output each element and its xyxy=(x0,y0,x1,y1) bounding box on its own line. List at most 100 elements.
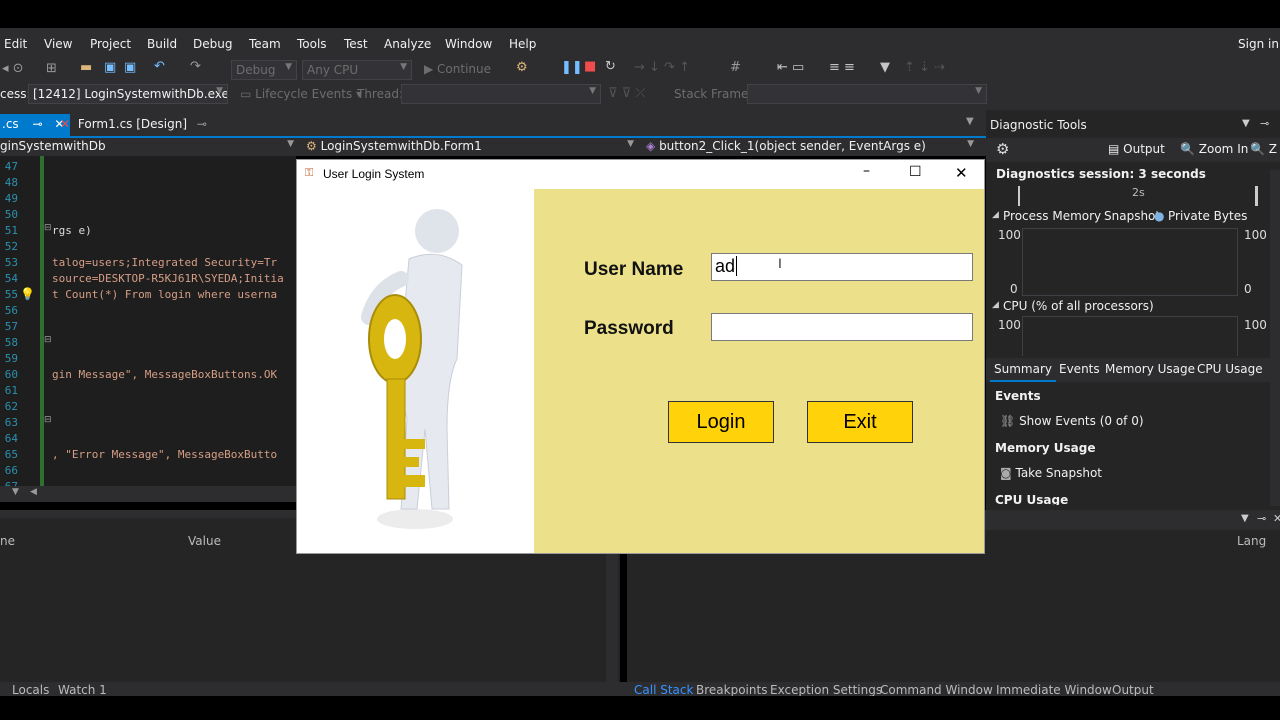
restart-icon[interactable]: ↻ xyxy=(605,59,616,74)
save-all-icon[interactable]: ▣ xyxy=(124,60,136,75)
project-nav-select[interactable]: ginSystemwithDb ▼ xyxy=(0,139,298,155)
undo-icon[interactable]: ↶ xyxy=(154,59,165,74)
stop-icon[interactable]: ■ xyxy=(584,59,596,74)
new-project-icon[interactable]: ⊞ xyxy=(46,61,57,76)
code-line: , "Error Message", MessageBoxButto xyxy=(52,448,278,461)
memory-graph[interactable] xyxy=(1022,228,1238,296)
zoom-out-button[interactable]: 🔍 Z xyxy=(1250,142,1277,156)
sign-in-link[interactable]: Sign in xyxy=(1238,37,1279,51)
filter-icons[interactable]: ⊽ ⊽ ⤫ xyxy=(608,86,646,101)
menu-debug[interactable]: Debug xyxy=(193,37,232,51)
locals-scrollbar[interactable] xyxy=(606,550,618,682)
take-snapshot-button[interactable]: ◙ Take Snapshot xyxy=(1000,466,1102,480)
expand-icon[interactable]: ◢ xyxy=(992,300,999,310)
tab-designer[interactable]: ✕ Form1.cs [Design] ⊸ xyxy=(60,117,207,131)
method-nav-select[interactable]: ◈ button2_Click_1(object sender, EventAr… xyxy=(646,139,978,155)
platform-select[interactable]: Any CPU ▼ xyxy=(302,60,412,80)
settings-gear-icon[interactable]: ⚙ xyxy=(996,140,1009,158)
expand-icon[interactable]: ◢ xyxy=(992,210,999,220)
menu-window[interactable]: Window xyxy=(445,37,492,51)
stack-frame-select[interactable]: ▼ xyxy=(747,84,987,104)
pin-icon[interactable]: ⊸ xyxy=(197,117,207,131)
close-icon[interactable]: ✕ xyxy=(955,164,968,182)
output-button[interactable]: ▤ Output xyxy=(1108,142,1165,156)
pin-icon[interactable]: ⊸ xyxy=(1257,512,1266,525)
lifecycle-events-button[interactable]: ▭ Lifecycle Events ▾ xyxy=(240,87,362,101)
password-input[interactable] xyxy=(711,313,973,341)
open-folder-icon[interactable]: ▬ xyxy=(80,60,92,75)
tab-output[interactable]: Output xyxy=(1112,683,1154,696)
tab-events[interactable]: Events xyxy=(1059,362,1100,376)
process-select[interactable]: [12412] LoginSystemwithDb.exe ▼ xyxy=(28,84,228,104)
login-button[interactable]: Login xyxy=(668,401,774,443)
class-nav-select[interactable]: ⚙ LoginSystemwithDb.Form1 ▼ xyxy=(306,139,638,155)
tab-overflow-icon[interactable]: ▼ xyxy=(966,116,974,127)
tab-memory-usage[interactable]: Memory Usage xyxy=(1105,362,1195,376)
menu-team[interactable]: Team xyxy=(249,37,281,51)
editor-hscroll[interactable]: ▼ ◀ xyxy=(0,486,296,502)
menu-test[interactable]: Test xyxy=(344,37,368,51)
tab-summary[interactable]: Summary xyxy=(990,362,1056,382)
diag-scrollbar[interactable] xyxy=(1270,170,1280,506)
thread-select[interactable]: ▼ xyxy=(401,84,601,104)
menu-help[interactable]: Help xyxy=(509,37,536,51)
code-line: gin Message", MessageBoxButtons.OK xyxy=(52,368,278,381)
tab-exception-settings[interactable]: Exception Settings xyxy=(770,683,882,696)
zoom-dropdown-icon[interactable]: ▼ xyxy=(12,487,19,497)
pin-icon[interactable]: ⊸ xyxy=(33,117,43,131)
menu-view[interactable]: View xyxy=(44,37,72,51)
cpu-graph-title: CPU (% of all processors) xyxy=(1003,299,1154,313)
window-menu-icon[interactable]: ▼ xyxy=(1242,118,1250,129)
collapse-icon[interactable]: ⊟ xyxy=(44,415,52,425)
scroll-left-icon[interactable]: ◀ xyxy=(30,487,37,497)
back-icon[interactable]: ◂ ⊙ xyxy=(2,61,24,76)
username-input[interactable]: ad I xyxy=(711,253,973,281)
menu-project[interactable]: Project xyxy=(90,37,131,51)
tab-watch-1[interactable]: Watch 1 xyxy=(58,683,107,696)
tab-command-window[interactable]: Command Window xyxy=(880,683,993,696)
tab-immediate-window[interactable]: Immediate Window xyxy=(996,683,1112,696)
continue-button[interactable]: ▶ Continue xyxy=(424,62,491,76)
code-editor[interactable]: 47 48 49 50 51 52 53 54 55 56 57 58 59 60 61 62 63 64 65 66… xyxy=(0,156,296,486)
menu-edit[interactable]: Edit xyxy=(4,37,27,51)
login-title-bar[interactable]: ⚿ User Login System – ☐ ✕ xyxy=(297,160,984,189)
pause-icon[interactable]: ❚❚ xyxy=(561,60,583,75)
show-events-link[interactable]: ⛓ Show Events (0 of 0) xyxy=(1000,414,1144,428)
process-memory-label: Process Memory xyxy=(1003,209,1102,223)
bookmark-icon[interactable]: ▼ xyxy=(880,60,890,75)
window-menu-icon[interactable]: ▼ xyxy=(1241,513,1249,524)
menu-tools[interactable]: Tools xyxy=(297,37,327,51)
tab-breakpoints[interactable]: Breakpoints xyxy=(696,683,767,696)
menu-analyze[interactable]: Analyze xyxy=(384,37,431,51)
menu-build[interactable]: Build xyxy=(147,37,177,51)
pin-icon[interactable]: ⊸ xyxy=(1260,117,1269,130)
step-icons[interactable]: → ↓ ↷ ↑ xyxy=(634,60,690,75)
attach-icon[interactable]: ⚙ xyxy=(516,60,528,75)
layout-icons[interactable]: ⇤ ▭ xyxy=(777,60,804,75)
zoom-out-icon: 🔍 xyxy=(1250,142,1265,156)
minimize-icon[interactable]: – xyxy=(863,163,870,179)
close-icon[interactable]: ✕ xyxy=(60,117,70,131)
locals-col-name[interactable]: ne xyxy=(0,534,15,548)
configuration-select[interactable]: Debug ▼ xyxy=(231,60,297,80)
exit-button[interactable]: Exit xyxy=(807,401,913,443)
close-icon[interactable]: ✕ xyxy=(1273,512,1280,525)
redo-icon[interactable]: ↷ xyxy=(190,59,201,74)
cpu-graph[interactable] xyxy=(1022,316,1238,356)
tab-locals[interactable]: Locals xyxy=(12,683,49,696)
collapse-icon[interactable]: ⊟ xyxy=(44,335,52,345)
timeline-ruler[interactable]: 2s xyxy=(1018,186,1258,206)
tab-cpu-usage[interactable]: CPU Usage xyxy=(1197,362,1263,376)
collapse-icon[interactable]: ⊟ xyxy=(44,223,52,233)
bookmark-nav-icons[interactable]: ⇡ ⇣ ⇢ xyxy=(904,60,945,75)
lang-col[interactable]: Lang xyxy=(1237,534,1266,548)
line-number: 50 xyxy=(4,208,18,221)
tab-call-stack[interactable]: Call Stack xyxy=(634,683,693,696)
hex-icon[interactable]: # xyxy=(730,60,741,75)
save-icon[interactable]: ▣ xyxy=(104,60,116,75)
maximize-icon[interactable]: ☐ xyxy=(909,164,922,180)
zoom-in-button[interactable]: 🔍 Zoom In xyxy=(1180,142,1248,156)
lightbulb-icon[interactable]: 💡 xyxy=(20,287,35,301)
indent-icons[interactable]: ≡ ≡ xyxy=(829,60,855,75)
locals-col-value[interactable]: Value xyxy=(188,534,221,548)
